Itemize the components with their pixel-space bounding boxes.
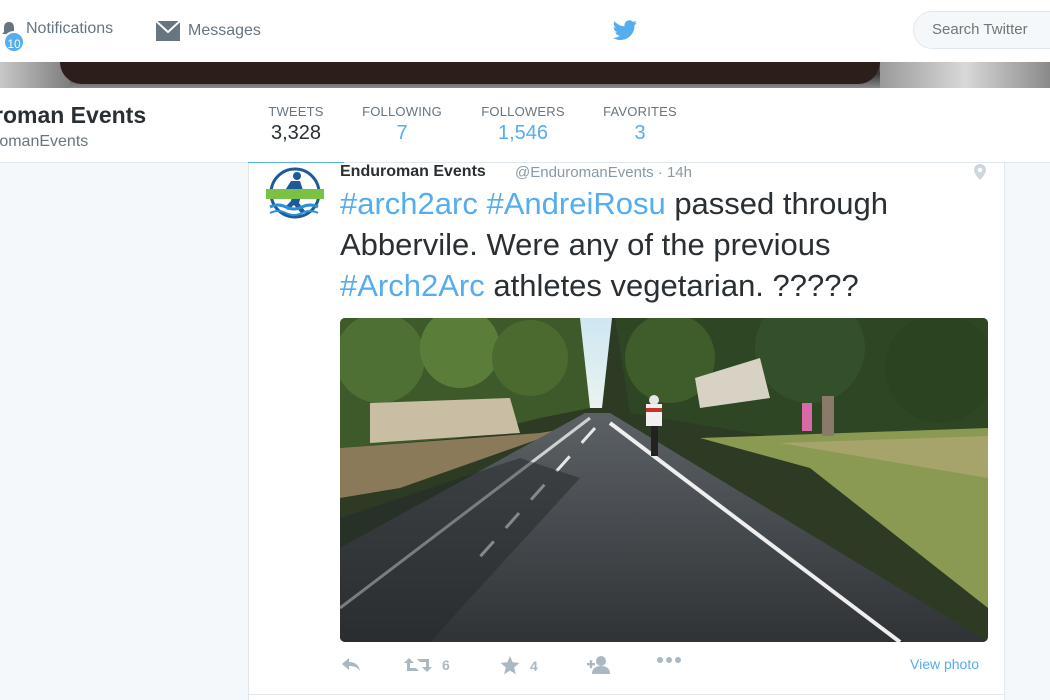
- stat-following-value: 7: [396, 122, 408, 144]
- follow-button[interactable]: [587, 656, 621, 674]
- hashtag-andreirosu[interactable]: #AndreiRosu: [486, 186, 665, 221]
- stat-tweets[interactable]: TWEETS 3,328: [248, 104, 344, 166]
- hashtag-arch2arc-2[interactable]: #Arch2Arc: [340, 268, 485, 303]
- tweet-actions: 6 4 View photo: [340, 656, 990, 680]
- stat-favorites-label: FAVORITES: [603, 104, 677, 119]
- retweet-button[interactable]: 6: [404, 656, 450, 674]
- retweet-icon: [404, 658, 432, 672]
- reply-icon: [342, 658, 360, 671]
- tweet-divider: [249, 694, 1004, 695]
- hashtag-arch2arc[interactable]: #arch2arc: [340, 186, 478, 221]
- messages-label: Messages: [188, 22, 261, 39]
- twitter-bird-icon[interactable]: [612, 20, 638, 47]
- tweet-text-part2: athletes vegetarian. ?????: [484, 268, 859, 303]
- stat-tweets-value: 3,328: [270, 122, 322, 144]
- stat-favorites[interactable]: FAVORITES 3: [600, 104, 680, 145]
- top-nav: 10 Notifications Messages: [0, 0, 1050, 63]
- messages-nav[interactable]: Messages: [155, 20, 261, 42]
- reply-button[interactable]: [340, 656, 372, 672]
- stat-followers[interactable]: FOLLOWERS 1,546: [478, 104, 568, 145]
- profile-nav-bar: roman Events romanEvents TWEETS 3,328 FO…: [0, 88, 1050, 166]
- tweet-photo[interactable]: [340, 318, 988, 642]
- notifications-nav[interactable]: 10 Notifications: [0, 20, 114, 53]
- profile-name[interactable]: roman Events: [0, 102, 146, 129]
- tweet-author-name[interactable]: Enduroman Events: [340, 163, 486, 181]
- notifications-badge: 10: [3, 31, 25, 53]
- follow-icon: [587, 656, 610, 674]
- stat-favorites-value: 3: [634, 122, 646, 144]
- stat-following[interactable]: FOLLOWING 7: [360, 104, 444, 145]
- profile-handle[interactable]: romanEvents: [0, 133, 88, 151]
- profile-banner: [0, 62, 1050, 88]
- retweet-count: 6: [442, 657, 450, 673]
- more-dots-icon: [657, 657, 681, 663]
- star-icon: [500, 656, 520, 675]
- stat-tweets-label: TWEETS: [268, 104, 324, 119]
- notifications-label: Notifications: [26, 20, 114, 37]
- avatar[interactable]: [264, 163, 326, 225]
- stat-followers-value: 1,546: [497, 122, 549, 144]
- search-box[interactable]: [913, 11, 1050, 49]
- favorite-count: 4: [530, 657, 538, 674]
- view-photo-link[interactable]: View photo: [910, 656, 979, 672]
- favorite-button[interactable]: 4: [500, 656, 538, 675]
- tweet-card[interactable]: Enduroman Events @EnduromanEvents · 14h …: [248, 163, 1005, 700]
- search-input[interactable]: [930, 20, 1050, 39]
- tweet-text: #arch2arc #AndreiRosu passed through Abb…: [340, 183, 980, 306]
- stat-followers-label: FOLLOWERS: [481, 104, 565, 119]
- envelope-icon: [155, 20, 181, 41]
- location-pin-icon[interactable]: [974, 164, 986, 185]
- more-button[interactable]: [656, 656, 692, 664]
- stat-following-label: FOLLOWING: [362, 104, 442, 119]
- tweet-handle-time[interactable]: @EnduromanEvents · 14h: [515, 164, 692, 181]
